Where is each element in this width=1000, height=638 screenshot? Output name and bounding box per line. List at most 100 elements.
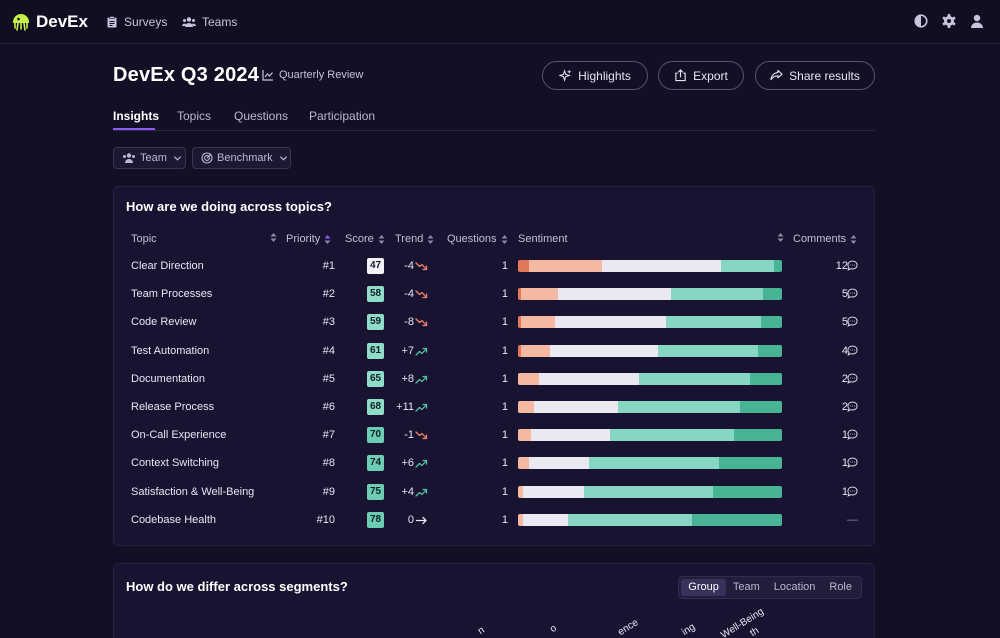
questions-count: 1 <box>501 316 508 329</box>
sentiment-segment <box>713 485 782 498</box>
trend-value: -1 <box>404 429 414 442</box>
topics-card: How are we doing across topics? Topic Pr… <box>113 186 875 546</box>
column-header-score[interactable]: Score <box>345 233 385 245</box>
tab-questions[interactable]: Questions <box>234 109 288 123</box>
table-row[interactable]: On-Call Experience #7 70 -1 1 1 <box>114 422 876 450</box>
brand-logo[interactable]: DevEx <box>11 10 88 34</box>
topic-name[interactable]: Clear Direction <box>131 260 204 272</box>
segment-option-team[interactable]: Team <box>726 579 767 596</box>
users-icon <box>182 17 196 27</box>
sentiment-bar[interactable] <box>518 316 782 329</box>
segment-column-label: n <box>476 624 487 637</box>
sentiment-bar[interactable] <box>518 429 782 442</box>
sentiment-bar[interactable] <box>518 401 782 413</box>
trend-value: 0 <box>407 513 414 526</box>
topic-name[interactable]: Satisfaction & Well-Being <box>131 486 254 498</box>
sentiment-bar[interactable] <box>518 344 782 357</box>
table-row[interactable]: Release Process #6 68 +11 1 2 <box>114 394 876 422</box>
table-row[interactable]: Team Processes #2 58 -4 1 5 <box>114 281 876 309</box>
topic-name[interactable]: Team Processes <box>131 288 212 300</box>
sentiment-bar[interactable] <box>518 457 782 470</box>
segment-option-group[interactable]: Group <box>681 579 726 596</box>
comment-icon[interactable] <box>847 486 858 497</box>
column-header-comments[interactable]: Comments <box>793 233 857 245</box>
column-header-label: Trend <box>395 233 424 245</box>
topic-name[interactable]: Release Process <box>131 401 214 413</box>
segment-option-role[interactable]: Role <box>822 579 859 596</box>
sort-icon <box>427 234 434 244</box>
contrast-icon[interactable] <box>913 13 929 29</box>
sentiment-segment <box>618 401 740 413</box>
sentiment-segment <box>657 344 759 357</box>
sort-icon[interactable] <box>777 232 784 243</box>
table-row[interactable]: Clear Direction #1 47 -4 1 12 <box>114 253 876 281</box>
table-row[interactable]: Code Review #3 59 -8 1 5 <box>114 309 876 337</box>
trend-down-icon <box>415 262 428 271</box>
share-results-button[interactable]: Share results <box>755 61 875 90</box>
questions-count: 1 <box>501 401 508 413</box>
table-row[interactable]: Context Switching #8 74 +6 1 1 <box>114 450 876 478</box>
comment-icon[interactable] <box>847 457 858 469</box>
topic-name[interactable]: Documentation <box>131 373 205 385</box>
tab-insights[interactable]: Insights <box>113 109 159 123</box>
sentiment-segment <box>760 316 782 329</box>
comment-icon[interactable] <box>847 373 858 384</box>
sentiment-bar[interactable] <box>518 260 782 272</box>
column-header-priority[interactable]: Priority <box>286 233 331 245</box>
table-row[interactable]: Satisfaction & Well-Being #9 75 +4 1 1 <box>114 479 876 507</box>
gear-icon[interactable] <box>941 13 957 29</box>
table-row[interactable]: Codebase Health #10 78 0 1 — <box>114 507 876 535</box>
tab-topics[interactable]: Topics <box>177 109 211 123</box>
page-title: DevEx Q3 2024 <box>113 64 260 86</box>
sort-icon[interactable] <box>270 232 277 243</box>
comment-icon[interactable] <box>847 288 858 300</box>
sentiment-bar[interactable] <box>518 485 782 498</box>
column-header-label: Score <box>345 233 374 245</box>
segment-option-location[interactable]: Location <box>767 579 823 596</box>
topic-name[interactable]: Code Review <box>131 316 196 328</box>
priority-value: #9 <box>322 485 335 498</box>
comment-icon[interactable] <box>847 429 858 441</box>
highlights-button[interactable]: Highlights <box>542 61 648 90</box>
nav-surveys-link[interactable]: Surveys <box>106 14 167 30</box>
user-icon[interactable] <box>969 13 985 29</box>
column-header-trend[interactable]: Trend <box>395 233 434 245</box>
topic-name[interactable]: Test Automation <box>131 345 209 357</box>
questions-count: 1 <box>501 457 508 470</box>
topic-name[interactable]: Context Switching <box>131 457 219 469</box>
column-header-questions[interactable]: Questions <box>447 233 508 245</box>
topic-name[interactable]: On-Call Experience <box>131 429 226 441</box>
trend-value: +6 <box>401 457 414 470</box>
sentiment-segment <box>520 288 558 301</box>
sentiment-segment <box>518 429 532 442</box>
priority-value: #4 <box>322 344 335 357</box>
comment-icon[interactable] <box>847 260 858 271</box>
table-row[interactable]: Test Automation #4 61 +7 1 4 <box>114 338 876 366</box>
table-row[interactable]: Documentation #5 65 +8 1 2 <box>114 366 876 394</box>
sentiment-bar[interactable] <box>518 288 782 301</box>
column-header-sentiment[interactable]: Sentiment <box>518 233 568 245</box>
score-badge: 74 <box>367 455 384 472</box>
trend-up-icon <box>415 488 428 497</box>
topic-name[interactable]: Codebase Health <box>131 514 216 526</box>
trend-down-icon <box>415 318 428 327</box>
sentiment-segment <box>721 260 775 272</box>
users-icon <box>123 153 135 163</box>
team-filter-dropdown[interactable]: Team <box>113 147 186 169</box>
benchmark-filter-dropdown[interactable]: Benchmark <box>192 147 291 169</box>
comment-icon[interactable] <box>847 316 858 328</box>
sentiment-segment <box>523 513 569 526</box>
comment-icon[interactable] <box>847 345 858 356</box>
column-header-label: Sentiment <box>518 233 568 245</box>
column-header-topic[interactable]: Topic <box>131 233 157 245</box>
column-header-label: Priority <box>286 233 321 245</box>
export-button[interactable]: Export <box>658 61 744 90</box>
nav-teams-link[interactable]: Teams <box>182 14 237 30</box>
priority-value: #2 <box>322 288 335 301</box>
sentiment-bar[interactable] <box>518 372 782 385</box>
comment-icon[interactable] <box>847 401 858 412</box>
segment-column-label: th <box>748 625 762 638</box>
segment-column-label: ing <box>680 621 698 638</box>
tab-participation[interactable]: Participation <box>309 109 375 123</box>
sentiment-bar[interactable] <box>518 513 782 526</box>
